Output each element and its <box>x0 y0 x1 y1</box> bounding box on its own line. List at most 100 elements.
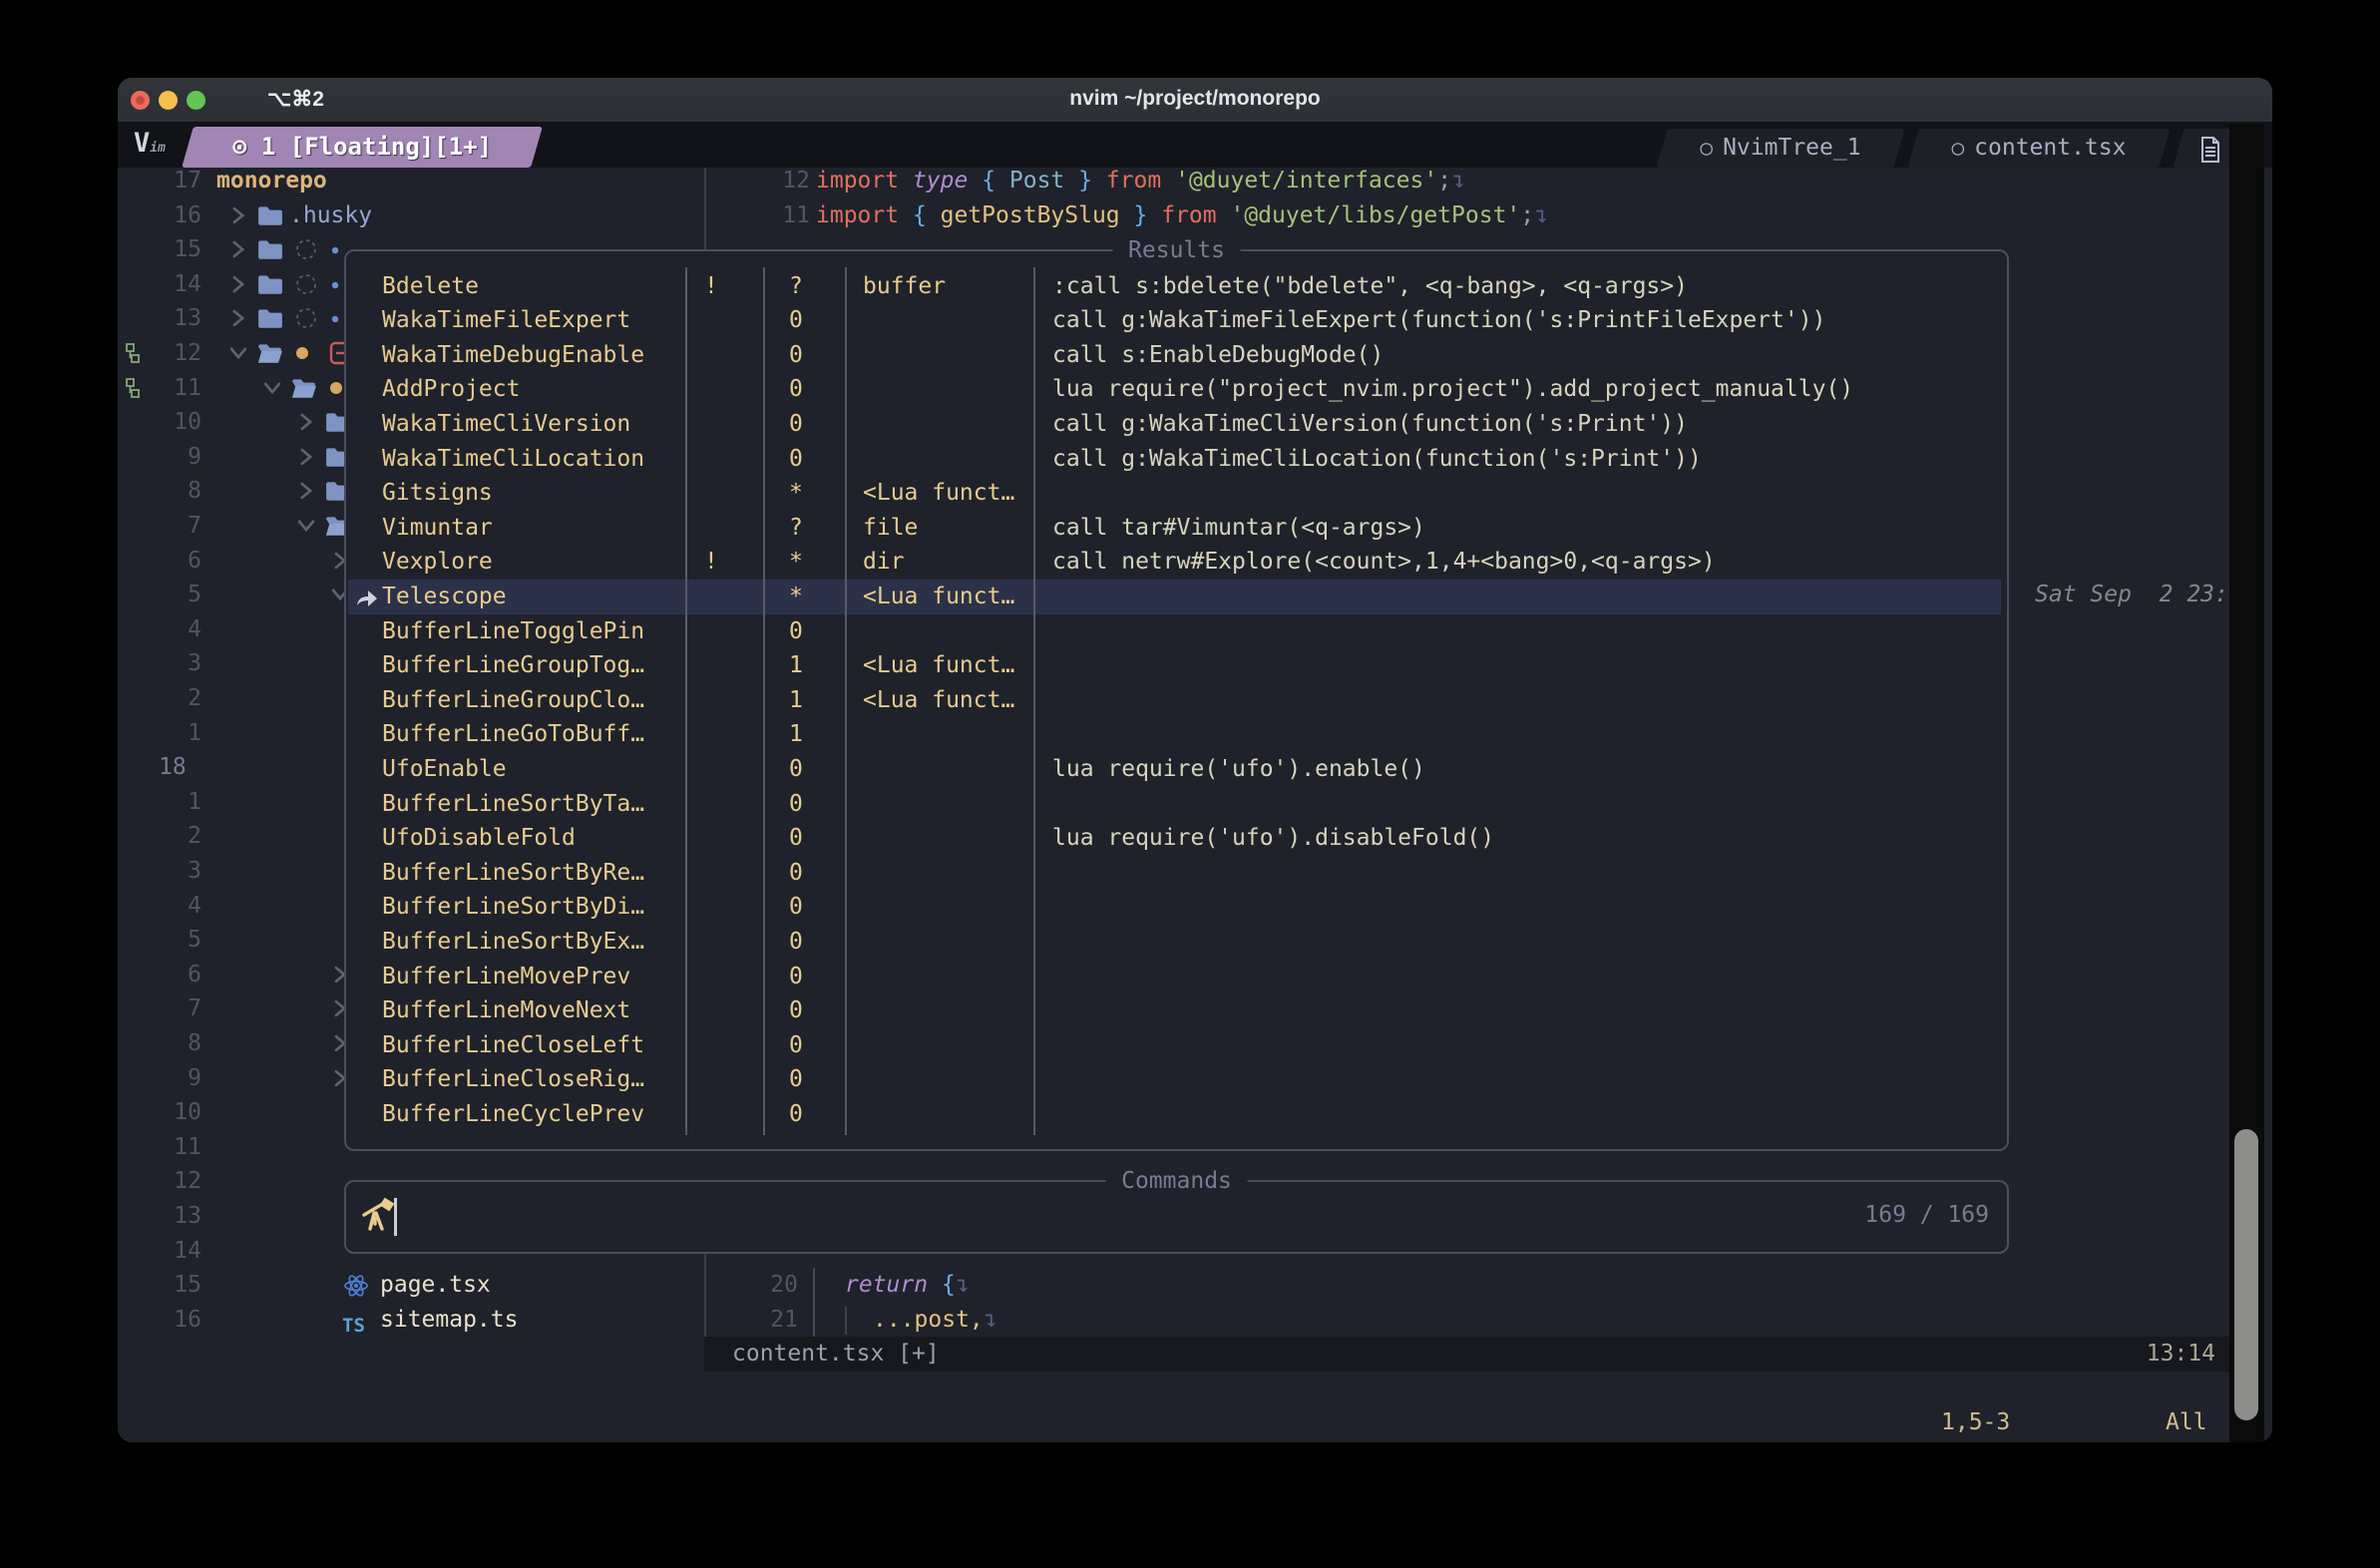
results-row[interactable]: BufferLineCloseLeft0 <box>348 1028 2001 1063</box>
close-button[interactable] <box>131 91 150 110</box>
nargs-value: 0 <box>789 303 803 338</box>
command-name: Telescope <box>382 580 507 614</box>
nargs-value: 0 <box>789 890 803 925</box>
results-row[interactable]: BufferLineSortByRe…0 <box>348 856 2001 891</box>
minimize-button[interactable] <box>159 91 178 110</box>
nargs-value: 0 <box>789 787 803 822</box>
code-line: 11import { getPostBySlug } from '@duyet/… <box>118 198 2229 233</box>
command-name: AddProject <box>382 372 520 407</box>
nargs-value: 0 <box>789 752 803 787</box>
neovim-logo-icon: Vim <box>134 128 166 159</box>
nargs-value: 0 <box>789 856 803 891</box>
command-name: BufferLineCloseRig… <box>382 1062 644 1097</box>
results-row[interactable]: UfoDisableFold0lua require('ufo').disabl… <box>348 821 2001 856</box>
results-row[interactable]: AddProject0lua require("project_nvim.pro… <box>348 372 2001 407</box>
results-row[interactable]: WakaTimeCliVersion0call g:WakaTimeCliVer… <box>348 407 2001 442</box>
command-definition: lua require('ufo').enable() <box>1052 752 1425 787</box>
complete-type: <Lua funct… <box>863 683 1014 718</box>
results-row[interactable]: BufferLineTogglePin 0 <box>348 614 2001 649</box>
line-number: 20 <box>698 1268 798 1303</box>
results-row[interactable]: UfoEnable0lua require('ufo').enable() <box>348 752 2001 787</box>
results-row[interactable]: BufferLineGroupTog…1<Lua funct… <box>348 648 2001 683</box>
scrollbar-thumb[interactable] <box>2234 1129 2258 1420</box>
command-name: BufferLineSortByDi… <box>382 890 644 925</box>
zoom-button[interactable] <box>187 91 205 110</box>
scrollbar-track[interactable] <box>2229 124 2264 1442</box>
line-number: 1 <box>118 716 201 751</box>
prompt-title: Commands <box>1105 1163 1248 1199</box>
tabline: Vim ⊙ 1 [Floating][1+] ○NvimTree_1 ○cont… <box>118 122 2272 168</box>
results-row[interactable]: BufferLineCloseRig…0 <box>348 1062 2001 1097</box>
line-number: 8 <box>118 1026 201 1061</box>
line-number: 5 <box>118 923 201 958</box>
tab-floating-buffer[interactable]: ⊙ 1 [Floating][1+] <box>182 127 543 168</box>
titlebar: ⌥⌘2 nvim ~/project/monorepo <box>118 78 2272 123</box>
command-definition: call netrw#Explore(<count>,1,4+<bang>0,<… <box>1052 545 1716 580</box>
nargs-value: 0 <box>789 614 803 649</box>
command-name: WakaTimeDebugEnable <box>382 338 644 373</box>
tab-nvimtree[interactable]: ○NvimTree_1 <box>1656 129 1904 168</box>
line-number: 9 <box>118 440 201 475</box>
results-row[interactable]: BufferLineMoveNext0 <box>348 993 2001 1028</box>
results-title: Results <box>1112 232 1241 268</box>
screen: ⌥⌘2 nvim ~/project/monorepo Vim ⊙ 1 [Flo… <box>0 0 2380 1568</box>
results-row[interactable]: Bdelete!?buffer:call s:bdelete("bdelete"… <box>348 269 2001 304</box>
column-separator <box>845 267 847 1135</box>
code-text: return {↴ <box>845 1268 970 1303</box>
results-row[interactable]: Gitsigns*<Lua funct… <box>348 476 2001 511</box>
line-number: 3 <box>118 646 201 681</box>
code-line: 12import type { Post } from '@duyet/inte… <box>118 164 2229 198</box>
command-name: BufferLineSortByTa… <box>382 787 644 822</box>
nargs-value: 1 <box>789 717 803 752</box>
results-row[interactable]: BufferLineSortByDi… 0 <box>348 890 2001 925</box>
line-number: 7 <box>118 509 201 544</box>
nargs-value: 0 <box>789 407 803 442</box>
results-row[interactable]: WakaTimeFileExpert0call g:WakaTimeFileEx… <box>348 303 2001 338</box>
line-number: 4 <box>118 889 201 924</box>
results-row[interactable]: BufferLineCyclePrev0 <box>348 1097 2001 1132</box>
line-number: 21 <box>698 1303 798 1338</box>
tab-content-tsx[interactable]: ○content.tsx <box>1907 129 2170 168</box>
results-row[interactable]: WakaTimeDebugEnable0call s:EnableDebugMo… <box>348 338 2001 373</box>
line-number: 1 <box>118 785 201 820</box>
results-row[interactable]: Vimuntar?filecall tar#Vimuntar(<q-args>) <box>348 511 2001 546</box>
window-shortcut: ⌥⌘2 <box>267 87 324 112</box>
results-row[interactable]: WakaTimeCliLocation0call g:WakaTimeCliLo… <box>348 442 2001 477</box>
command-definition: call g:WakaTimeFileExpert(function('s:Pr… <box>1052 303 1825 338</box>
gutter-separator <box>813 1303 815 1338</box>
nargs-value: * <box>789 580 803 614</box>
results-row[interactable]: BufferLineMovePrev0 <box>348 960 2001 994</box>
command-name: Vexplore <box>382 545 493 580</box>
line-number: 14 <box>118 1234 201 1269</box>
results-row[interactable]: BufferLineSortByTa… 0 <box>348 787 2001 822</box>
command-name: BufferLineGroupClo… <box>382 683 644 718</box>
line-number: 3 <box>118 854 201 889</box>
nargs-value: 0 <box>789 925 803 960</box>
results-row[interactable]: BufferLineGoToBuff… 1 <box>348 717 2001 752</box>
code-line: 21...post,↴ <box>118 1303 2229 1338</box>
line-number: 6 <box>118 958 201 992</box>
scroll-indicator: All <box>2166 1405 2207 1440</box>
results-row[interactable]: BufferLineSortByEx…0 <box>348 925 2001 960</box>
line-number: 5 <box>118 578 201 612</box>
command-definition: lua require('ufo').disableFold() <box>1052 821 1494 856</box>
terminal-window: ⌥⌘2 nvim ~/project/monorepo Vim ⊙ 1 [Flo… <box>118 78 2272 1442</box>
telescope-icon <box>360 1196 396 1238</box>
results-row[interactable]: Telescope*<Lua funct… <box>348 580 2001 614</box>
telescope-prompt-window[interactable]: Commands 169 / 169 <box>344 1180 2009 1254</box>
complete-type: <Lua funct… <box>863 648 1014 683</box>
results-row[interactable]: BufferLineGroupClo…1<Lua funct… <box>348 683 2001 718</box>
command-definition: call tar#Vimuntar(<q-args>) <box>1052 511 1425 546</box>
line-number: 15 <box>118 232 201 267</box>
statusline-time: 13:14 <box>2147 1337 2215 1372</box>
cursor-position: 1,5-3 <box>1941 1405 2010 1440</box>
results-row[interactable]: Vexplore!*dircall netrw#Explore(<count>,… <box>348 545 2001 580</box>
command-name: BufferLineGoToBuff… <box>382 717 644 752</box>
bang-flag: ! <box>704 269 718 304</box>
buffer-circle-icon: ○ <box>1952 129 1965 168</box>
line-number: 11 <box>118 1130 201 1165</box>
command-name: WakaTimeCliVersion <box>382 407 630 442</box>
command-name: BufferLineTogglePin <box>382 614 644 649</box>
command-name: UfoDisableFold <box>382 821 576 856</box>
line-number: 14 <box>118 267 201 302</box>
